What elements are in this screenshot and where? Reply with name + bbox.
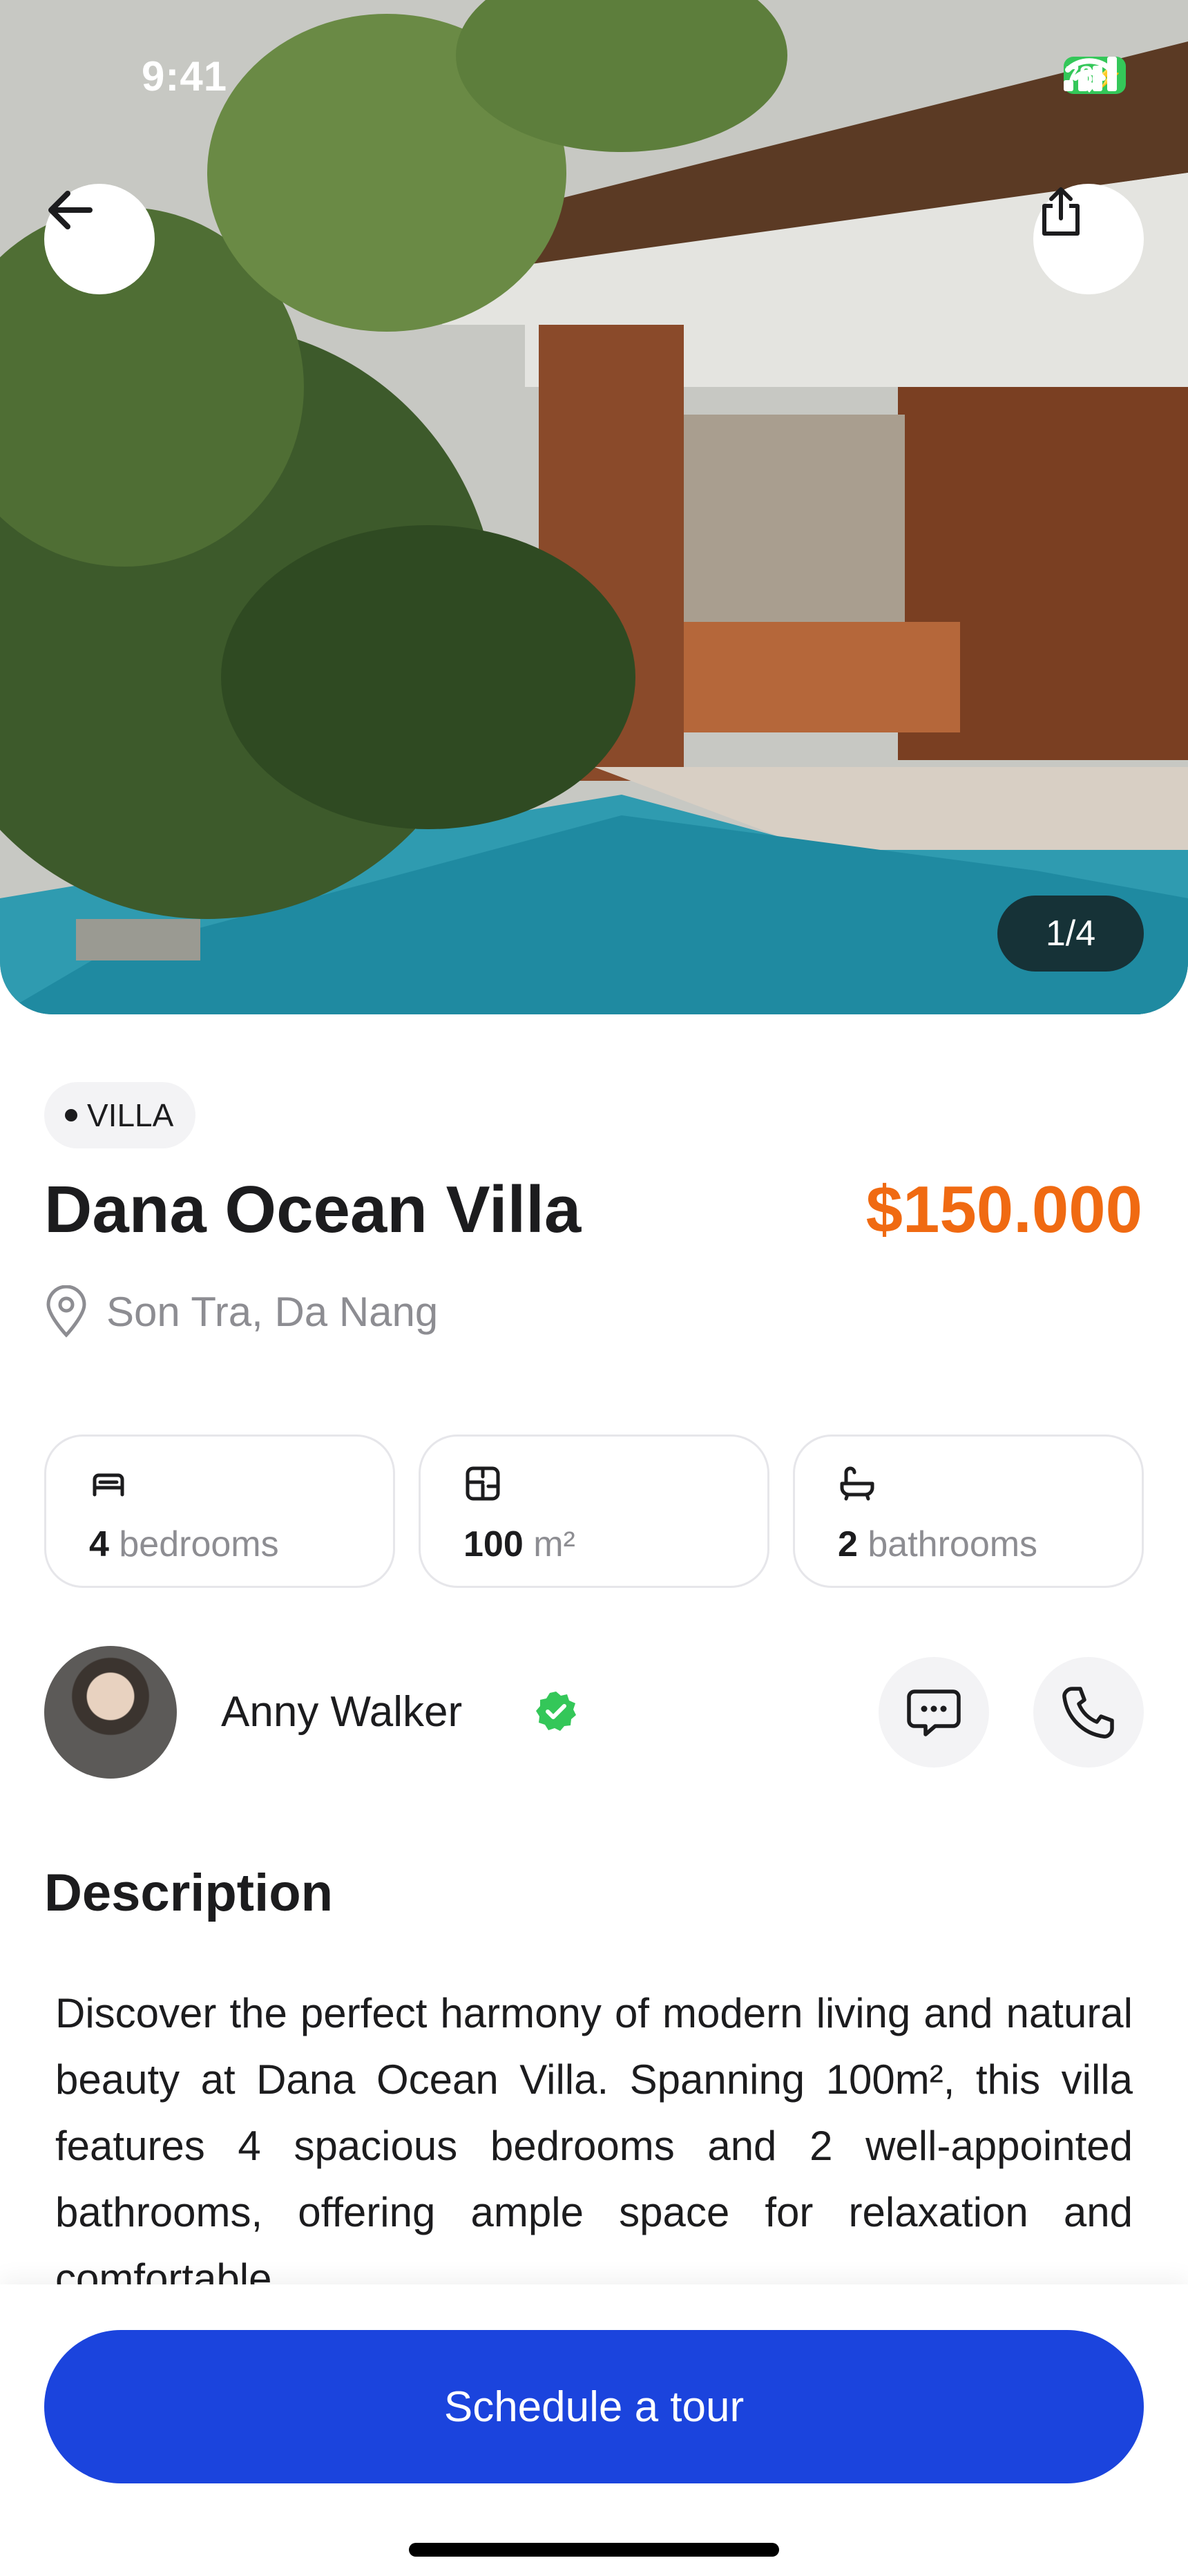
status-icons: 78⚡ bbox=[1064, 57, 1126, 94]
verified-badge-icon bbox=[536, 1692, 576, 1731]
status-bar: 9:41 78⚡ bbox=[0, 0, 1188, 159]
feature-unit: bedrooms bbox=[119, 1524, 279, 1564]
listing-title: Dana Ocean Villa bbox=[44, 1173, 582, 1247]
arrow-left-icon bbox=[48, 191, 93, 229]
category-tag: VILLA bbox=[44, 1082, 196, 1148]
feature-value: 100 bbox=[463, 1524, 524, 1564]
share-button[interactable] bbox=[1033, 184, 1144, 294]
avatar[interactable] bbox=[44, 1646, 177, 1779]
agent-row: Anny Walker bbox=[44, 1645, 1144, 1780]
tag-dot bbox=[65, 1109, 77, 1121]
bed-icon bbox=[93, 1473, 124, 1497]
image-counter: 1/4 bbox=[997, 896, 1144, 972]
agent-name[interactable]: Anny Walker bbox=[221, 1687, 462, 1736]
feature-list: 4 bedrooms 100 m² 2 bathrooms bbox=[44, 1434, 1144, 1588]
feature-text: 100 m² bbox=[463, 1524, 575, 1565]
listing-price: $150.000 bbox=[865, 1173, 1142, 1247]
feature-bathrooms: 2 bathrooms bbox=[793, 1434, 1144, 1588]
feature-unit: m² bbox=[533, 1524, 575, 1564]
category-label: VILLA bbox=[87, 1097, 174, 1133]
bathtub-icon bbox=[840, 1466, 874, 1501]
chat-icon bbox=[907, 1689, 961, 1736]
share-icon bbox=[1042, 187, 1080, 236]
description-heading: Description bbox=[44, 1864, 334, 1922]
wifi-icon bbox=[1065, 58, 1113, 93]
call-button[interactable] bbox=[1033, 1657, 1144, 1768]
feature-value: 2 bbox=[838, 1524, 858, 1564]
home-indicator[interactable] bbox=[409, 2543, 779, 2557]
location-pin-icon bbox=[46, 1285, 86, 1338]
location-text: Son Tra, Da Nang bbox=[106, 1288, 439, 1335]
feature-area: 100 m² bbox=[419, 1434, 769, 1588]
back-button[interactable] bbox=[44, 184, 155, 294]
hero-image[interactable]: 9:41 78⚡ 1/4 bbox=[0, 0, 1188, 1014]
feature-unit: bathrooms bbox=[868, 1524, 1038, 1564]
listing-location: Son Tra, Da Nang bbox=[44, 1285, 438, 1338]
floor-plan-icon bbox=[466, 1466, 500, 1501]
description-text: Discover the perfect harmony of modern l… bbox=[55, 1990, 1133, 2284]
feature-value: 4 bbox=[89, 1524, 109, 1564]
phone-icon bbox=[1062, 1687, 1114, 1739]
feature-bedrooms: 4 bedrooms bbox=[44, 1434, 395, 1588]
status-time: 9:41 bbox=[142, 53, 228, 100]
feature-text: 2 bathrooms bbox=[838, 1524, 1037, 1565]
schedule-tour-button[interactable]: Schedule a tour bbox=[44, 2330, 1144, 2483]
message-button[interactable] bbox=[879, 1657, 989, 1768]
feature-text: 4 bedrooms bbox=[89, 1524, 279, 1565]
